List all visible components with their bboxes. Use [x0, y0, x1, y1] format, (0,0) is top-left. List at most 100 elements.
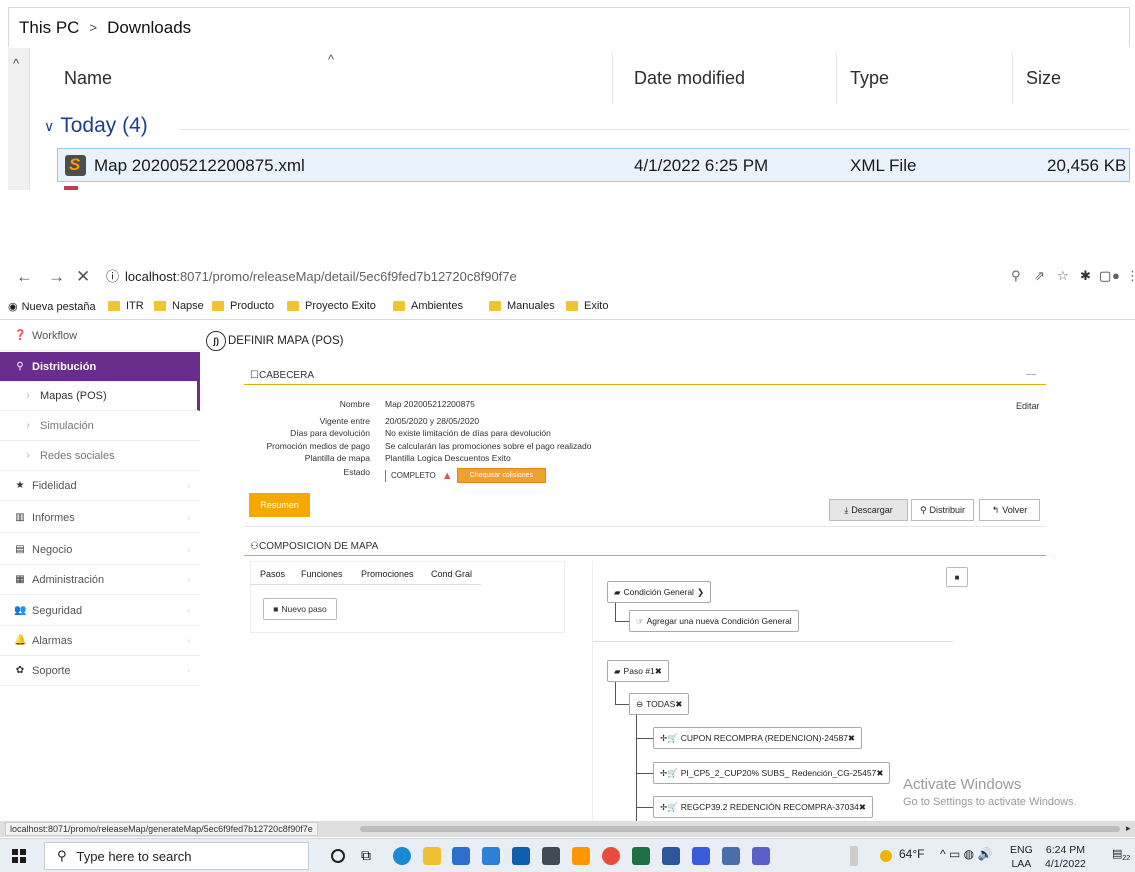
column-date-modified[interactable]: Date modified: [634, 68, 745, 89]
volver-button[interactable]: ↰ Volver: [979, 499, 1040, 521]
tab-cond-gral[interactable]: Cond Gral: [431, 569, 472, 579]
chrome-icon[interactable]: [602, 847, 620, 865]
tray-icons[interactable]: ^ ▭ ◍ 🔊: [940, 847, 992, 861]
sidebar-item-alarmas[interactable]: 🔔 Alarmas ‹: [0, 626, 200, 656]
stop-icon[interactable]: ✕: [76, 267, 90, 287]
sidebar-item-soporte[interactable]: ✿ Soporte ‹: [0, 656, 200, 686]
sublime-file-icon: [65, 155, 86, 176]
edge-icon[interactable]: [393, 847, 411, 865]
sidebar-item-seguridad[interactable]: 👥 Seguridad ‹: [0, 596, 200, 626]
task-view-icon[interactable]: ⧉: [361, 847, 379, 865]
descargar-label: Descargar: [851, 505, 893, 515]
close-icon[interactable]: ✖: [859, 802, 866, 813]
watermark-line2: Go to Settings to activate Windows.: [903, 796, 1077, 808]
distribuir-button[interactable]: ⚲ Distribuir: [911, 499, 974, 521]
info-icon[interactable]: ⓘ: [106, 269, 119, 284]
agregar-condicion-button[interactable]: ☞ Agregar una nueva Condición General: [629, 610, 799, 632]
cortana-icon[interactable]: [331, 849, 345, 863]
outlook-icon[interactable]: [512, 847, 530, 865]
promo-node[interactable]: ✢🛒 REGCP39.2 REDENCIÓN RECOMPRA-37034 ✖: [653, 796, 873, 818]
tab-promociones[interactable]: Promociones: [361, 569, 414, 579]
bookmark-ambientes[interactable]: Ambientes: [393, 300, 463, 312]
chevron-circle-icon: ❯: [696, 586, 705, 597]
bookmark-proyecto-exito[interactable]: Proyecto Exito: [287, 300, 376, 312]
explorer-scrollbar[interactable]: ^: [8, 48, 30, 190]
condicion-general-node[interactable]: ▰ Condición General ❯: [607, 581, 712, 603]
close-icon[interactable]: ✖: [876, 768, 883, 779]
word-icon[interactable]: [662, 847, 680, 865]
sidebar-item-distribucion[interactable]: ⚲ Distribución: [0, 352, 200, 382]
clock[interactable]: 6:24 PM 4/1/2022: [1045, 843, 1086, 871]
bookmark-itr[interactable]: ITR: [108, 300, 144, 312]
sidebar-item-label: Negocio: [32, 543, 73, 556]
share-icon[interactable]: ⇗: [1034, 268, 1045, 284]
horizontal-scrollbar[interactable]: [360, 826, 1120, 832]
close-icon[interactable]: ✖: [655, 666, 662, 677]
editar-link[interactable]: Editar: [1016, 401, 1040, 411]
bookmark-new-tab[interactable]: ◉ Nueva pestaña: [8, 300, 96, 314]
notification-icon[interactable]: ▤22: [1112, 847, 1130, 862]
sublime-icon[interactable]: [572, 847, 590, 865]
close-icon[interactable]: ✖: [675, 699, 682, 710]
teams-icon[interactable]: [752, 847, 770, 865]
breadcrumb-this-pc[interactable]: This PC: [19, 18, 79, 38]
extensions-icon[interactable]: ✱: [1080, 268, 1091, 284]
explorer-address-bar[interactable]: This PC > Downloads: [8, 7, 1130, 47]
sidebar-item-redes-sociales[interactable]: › Redes sociales: [0, 441, 200, 471]
column-name[interactable]: Name: [64, 68, 112, 89]
column-type[interactable]: Type: [850, 68, 889, 89]
mail-icon[interactable]: [482, 847, 500, 865]
todas-node[interactable]: ⊖ TODAS ✖: [629, 693, 690, 715]
app-icon[interactable]: [692, 847, 710, 865]
bookmark-star-icon[interactable]: ☆: [1057, 268, 1069, 284]
folder-icon[interactable]: ■: [946, 567, 968, 587]
bookmark-exito[interactable]: Exito: [566, 300, 608, 312]
collapse-icon[interactable]: —: [1026, 369, 1036, 380]
side-panel-icon[interactable]: ▢: [1099, 268, 1111, 284]
excel-icon[interactable]: [632, 847, 650, 865]
sidebar-item-workflow[interactable]: ❓ Workflow: [0, 321, 200, 351]
windows-start-icon[interactable]: [12, 849, 26, 863]
weather-temp[interactable]: 64°F: [899, 847, 924, 861]
rss-icon: ʃ): [206, 331, 226, 351]
bookmark-napse[interactable]: Napse: [154, 300, 204, 312]
descargar-button[interactable]: ⤓ Descargar: [829, 499, 908, 521]
chequear-colisiones-button[interactable]: Chequear colisiones: [456, 468, 547, 483]
resumen-button[interactable]: Resumen: [249, 493, 310, 517]
sidebar-item-fidelidad[interactable]: ★ Fidelidad ‹: [0, 471, 200, 501]
profile-icon[interactable]: ●: [1112, 268, 1120, 283]
sidebar-item-informes[interactable]: ▥ Informes ‹: [0, 503, 200, 533]
url-bar[interactable]: ⓘ localhost:8071/promo/releaseMap/detail/…: [106, 266, 517, 285]
terminal-icon[interactable]: [542, 847, 560, 865]
promo-node[interactable]: ✢🛒 PI_CP5_2_CUP20% SUBS_ Redención_CG-254…: [653, 762, 891, 784]
forward-icon[interactable]: →: [48, 267, 65, 287]
tab-pasos[interactable]: Pasos: [260, 569, 285, 579]
language-indicator[interactable]: ENG LAA: [1010, 843, 1033, 871]
column-size[interactable]: Size: [1026, 68, 1061, 89]
back-icon[interactable]: ←: [16, 267, 33, 287]
sidebar-item-negocio[interactable]: ▤ Negocio ‹: [0, 535, 200, 565]
paso-node[interactable]: ▰ Paso #1 ✖: [607, 660, 669, 682]
scroll-right-icon[interactable]: ▸: [1126, 823, 1131, 834]
store-icon[interactable]: [452, 847, 470, 865]
sidebar-item-mapas-pos[interactable]: › Mapas (POS): [0, 381, 200, 411]
zoom-icon[interactable]: ⚲: [1011, 268, 1021, 284]
nuevo-paso-button[interactable]: ■ Nuevo paso: [263, 598, 337, 620]
tab-funciones[interactable]: Funciones: [301, 569, 343, 579]
sidebar-item-simulacion[interactable]: › Simulación: [0, 411, 200, 441]
sidebar-item-administracion[interactable]: ▦ Administración ‹: [0, 565, 200, 595]
scroll-up-icon[interactable]: ^: [13, 56, 19, 71]
bookmark-manuales[interactable]: Manuales: [489, 300, 555, 312]
breadcrumb-downloads[interactable]: Downloads: [107, 18, 191, 38]
file-row[interactable]: Map 202005212200875.xml 4/1/2022 6:25 PM…: [57, 148, 1130, 182]
menu-icon[interactable]: ⋮: [1126, 268, 1135, 284]
taskbar-search-input[interactable]: ⚲ Type here to search: [44, 842, 309, 870]
promo-node[interactable]: ✢🛒 CUPON RECOMPRA (REDENCION)-24587 ✖: [653, 727, 863, 749]
group-header-today[interactable]: ∨ Today (4): [44, 114, 148, 138]
close-icon[interactable]: ✖: [848, 733, 855, 744]
file-explorer-icon[interactable]: [423, 847, 441, 865]
bookmark-producto[interactable]: Producto: [212, 300, 274, 312]
app-icon[interactable]: [722, 847, 740, 865]
chevron-up-icon[interactable]: [850, 846, 858, 866]
column-divider: [1012, 52, 1013, 104]
